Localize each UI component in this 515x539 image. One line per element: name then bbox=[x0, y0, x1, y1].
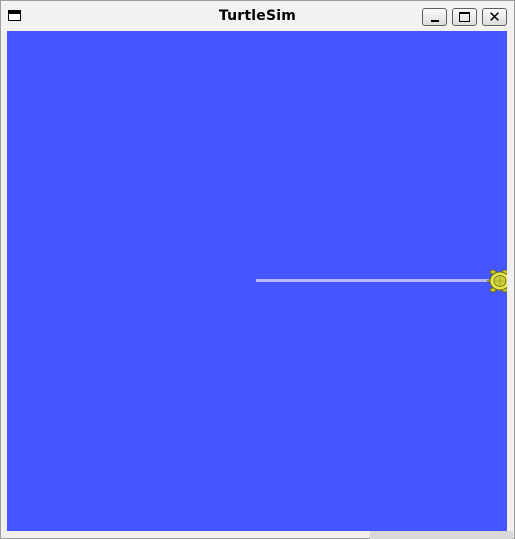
turtle-icon bbox=[486, 269, 507, 293]
close-icon: ✕ bbox=[488, 8, 501, 26]
minimize-icon bbox=[431, 20, 439, 22]
turtlesim-window: TurtleSim ✕ bbox=[0, 0, 515, 539]
title-bar[interactable]: TurtleSim ✕ bbox=[1, 1, 514, 31]
maximize-icon bbox=[459, 12, 470, 22]
minimize-button[interactable] bbox=[422, 8, 447, 26]
background-taskbar-fragment bbox=[370, 531, 513, 539]
maximize-button[interactable] bbox=[452, 8, 477, 26]
pen-trail-line bbox=[256, 279, 496, 282]
turtle-canvas bbox=[7, 31, 507, 531]
close-button[interactable]: ✕ bbox=[482, 8, 507, 26]
